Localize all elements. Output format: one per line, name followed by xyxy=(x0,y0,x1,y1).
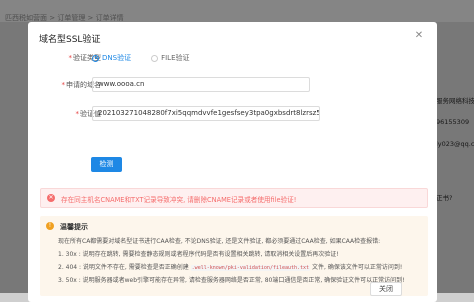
radio-file-label: FILE验证 xyxy=(161,54,190,62)
radio-unchecked-icon xyxy=(151,54,159,62)
close-icon[interactable]: ✕ xyxy=(414,31,424,41)
radio-file[interactable]: FILE验证 xyxy=(151,53,190,63)
file-path-code: .well-known/pki-validation/fileauth.txt xyxy=(190,265,311,271)
verify-type-row: *验证类型 DNS验证 FILE验证 xyxy=(28,50,437,66)
tips-title: 温馨提示 xyxy=(60,223,88,231)
domain-input[interactable]: www.oooa.cn xyxy=(92,77,310,92)
verify-type-radio-group: DNS验证 FILE验证 xyxy=(92,53,210,63)
verify-value-row: *验证值 202103271048280f7xi5qqmdvvfe1gesfse… xyxy=(28,106,437,122)
lightbulb-icon: ! xyxy=(46,222,54,230)
verify-value-input[interactable]: 202103271048280f7xi5qqmdvvfe1gesfsey3tpa… xyxy=(92,106,320,121)
radio-checked-icon xyxy=(92,54,99,62)
domain-row: *申请的域名 www.oooa.cn xyxy=(28,77,437,93)
close-button[interactable]: 关闭 xyxy=(370,282,402,296)
check-button[interactable]: 检测 xyxy=(91,157,122,172)
tips-item-1: 1. 30x : 说明存在跳转, 需要检查静态规则或者程序代码是否有设置相关跳转… xyxy=(58,251,339,258)
radio-dns[interactable]: DNS验证 xyxy=(92,53,131,63)
tips-item-2: 2. 404 : 说明文件不存在, 需要检查是否正确创建 .well-known… xyxy=(58,264,403,271)
ssl-verify-dialog: 域名型SSL验证 ✕ *验证类型 DNS验证 FILE验证 *申请的域名 www… xyxy=(28,22,437,302)
error-message: 存在同主机名CNAME和TXT记录导致冲突, 请删除CNAME记录或者使用fil… xyxy=(61,196,297,204)
error-alert: ✕ 存在同主机名CNAME和TXT记录导致冲突, 请删除CNAME记录或者使用f… xyxy=(40,188,428,208)
tips-intro: 现在所有CA都需要对域名型证书进行CAA检查, 不论DNS验证, 还是文件验证,… xyxy=(58,238,381,245)
error-icon: ✕ xyxy=(47,194,55,202)
radio-dns-label: DNS验证 xyxy=(102,54,132,62)
tips-item-3: 3. 50x : 说明服务器或者web引擎可能存在异常, 请检查服务器网络是否正… xyxy=(58,277,405,284)
dialog-title: 域名型SSL验证 xyxy=(39,35,101,45)
